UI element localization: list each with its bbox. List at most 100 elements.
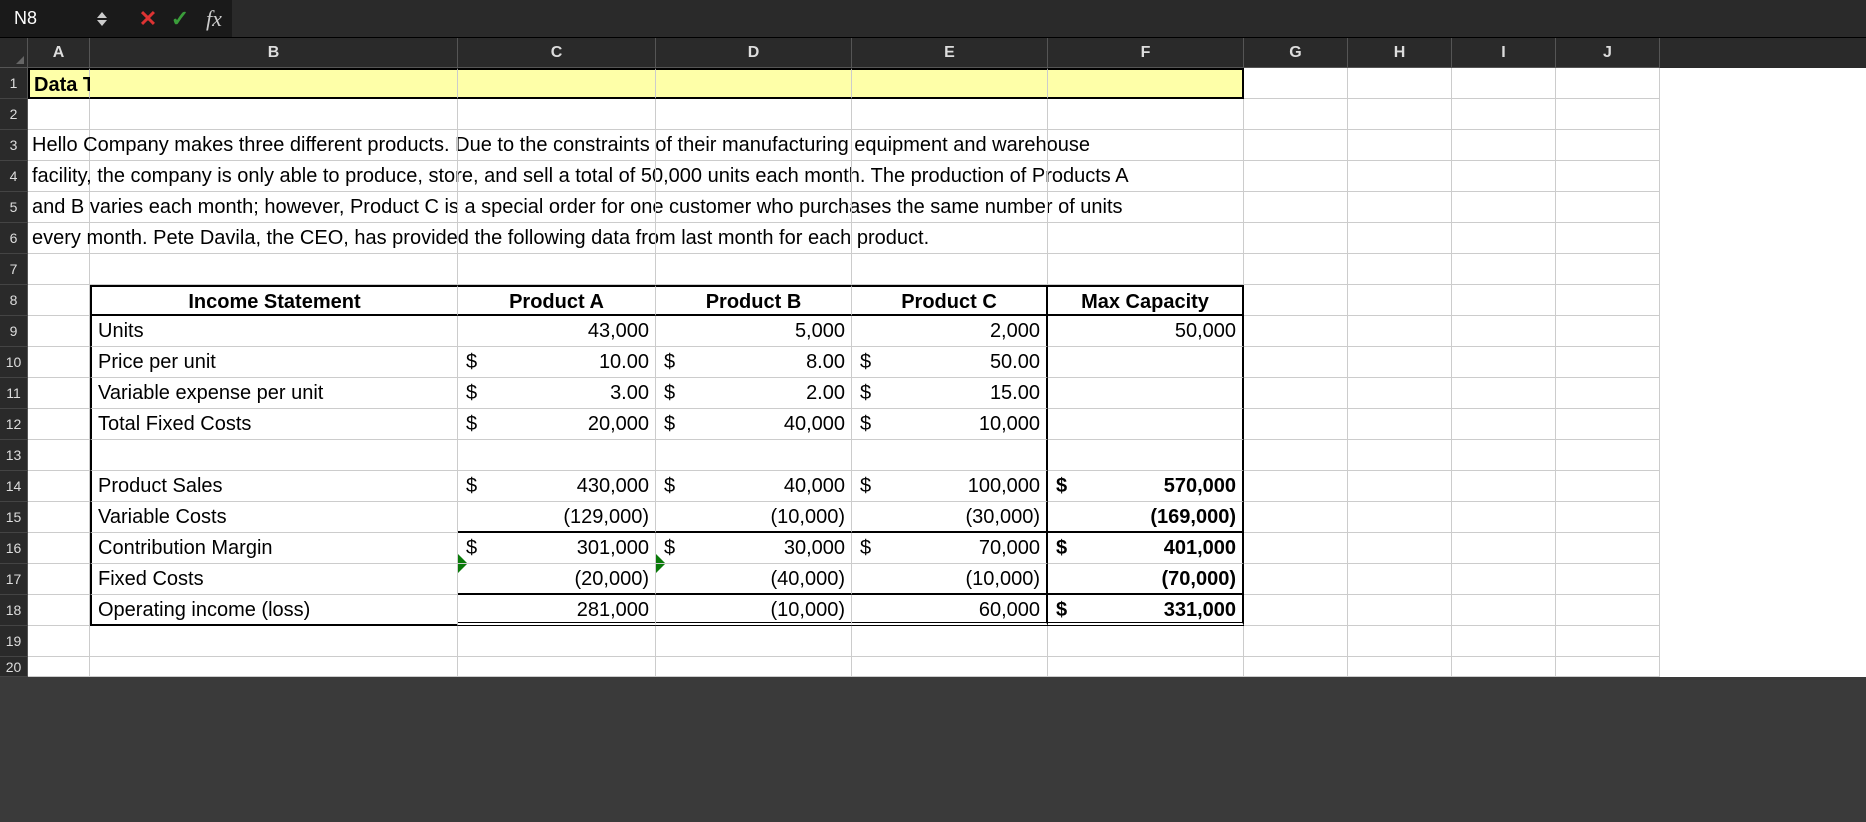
cell[interactable] (1244, 68, 1348, 99)
cell-value[interactable]: 5,000 (656, 316, 852, 347)
cell[interactable] (1452, 626, 1556, 657)
cell[interactable] (1556, 192, 1660, 223)
cell[interactable] (1244, 657, 1348, 677)
cell-value[interactable]: $3.00 (458, 378, 656, 409)
cell[interactable] (656, 626, 852, 657)
cell-value[interactable]: $331,000 (1048, 595, 1244, 626)
cell[interactable] (458, 192, 656, 223)
cell[interactable] (1244, 285, 1348, 316)
cell[interactable] (656, 161, 852, 192)
cell[interactable] (458, 657, 656, 677)
cell[interactable] (1348, 347, 1452, 378)
cell[interactable] (1452, 254, 1556, 285)
column-header[interactable]: E (852, 38, 1048, 68)
cell-value[interactable]: $2.00 (656, 378, 852, 409)
cell[interactable] (1556, 626, 1660, 657)
cell[interactable] (1348, 161, 1452, 192)
row-header[interactable]: 7 (0, 254, 28, 285)
cell-value[interactable]: (20,000) (458, 564, 656, 595)
cell[interactable] (1244, 223, 1348, 254)
cell[interactable] (28, 564, 90, 595)
row-header[interactable]: 11 (0, 378, 28, 409)
row-header[interactable]: 3 (0, 130, 28, 161)
cell[interactable] (1048, 409, 1244, 440)
cell[interactable] (1452, 99, 1556, 130)
cell[interactable] (1452, 657, 1556, 677)
cell[interactable] (656, 657, 852, 677)
cell[interactable] (1048, 130, 1244, 161)
cell-A4[interactable]: facility, the company is only able to pr… (28, 161, 90, 192)
cell[interactable] (1452, 161, 1556, 192)
cell[interactable] (852, 223, 1048, 254)
cell[interactable] (28, 409, 90, 440)
cell[interactable] (1556, 564, 1660, 595)
cell-value[interactable]: $50.00 (852, 347, 1048, 378)
cell[interactable] (1244, 161, 1348, 192)
cell[interactable] (852, 192, 1048, 223)
cell[interactable] (1244, 502, 1348, 533)
cell[interactable] (28, 533, 90, 564)
cell-value[interactable]: $10,000 (852, 409, 1048, 440)
row-header[interactable]: 1 (0, 68, 28, 99)
cell-value[interactable]: 2,000 (852, 316, 1048, 347)
cell[interactable] (28, 254, 90, 285)
cell[interactable] (90, 99, 458, 130)
cell[interactable] (458, 254, 656, 285)
cell[interactable] (1452, 564, 1556, 595)
table-header-income[interactable]: Income Statement (90, 285, 458, 316)
row-header[interactable]: 17 (0, 564, 28, 595)
cell[interactable] (1348, 533, 1452, 564)
cell[interactable] (1244, 440, 1348, 471)
column-header[interactable]: D (656, 38, 852, 68)
cell[interactable] (1048, 347, 1244, 378)
cell[interactable] (852, 254, 1048, 285)
cell-value[interactable]: (10,000) (656, 595, 852, 626)
cell-value[interactable]: (10,000) (656, 502, 852, 533)
cell[interactable] (1244, 564, 1348, 595)
cell[interactable] (1244, 533, 1348, 564)
cell[interactable] (1244, 471, 1348, 502)
cell-value[interactable]: (70,000) (1048, 564, 1244, 595)
cell[interactable] (1348, 440, 1452, 471)
table-header-product-c[interactable]: Product C (852, 285, 1048, 316)
row-label-varcost[interactable]: Variable Costs (90, 502, 458, 533)
cell-A1[interactable]: Data Tables - Example (28, 68, 90, 99)
cell[interactable] (1556, 440, 1660, 471)
cell[interactable] (1452, 440, 1556, 471)
table-header-product-b[interactable]: Product B (656, 285, 852, 316)
cell[interactable] (1348, 502, 1452, 533)
cell[interactable] (1556, 130, 1660, 161)
cell[interactable] (1348, 316, 1452, 347)
cell-value[interactable]: $301,000 (458, 533, 656, 564)
cell-value[interactable]: (30,000) (852, 502, 1048, 533)
cell-value[interactable]: (129,000) (458, 502, 656, 533)
cell[interactable] (1244, 626, 1348, 657)
cell[interactable] (1348, 192, 1452, 223)
cell[interactable] (28, 440, 90, 471)
row-header[interactable]: 14 (0, 471, 28, 502)
formula-input[interactable] (232, 0, 1866, 37)
cell[interactable] (1244, 130, 1348, 161)
cell[interactable] (656, 223, 852, 254)
cell[interactable] (28, 471, 90, 502)
cell[interactable] (1048, 657, 1244, 677)
cell[interactable] (90, 626, 458, 657)
row-label-price[interactable]: Price per unit (90, 347, 458, 378)
cell-value[interactable]: (10,000) (852, 564, 1048, 595)
row-header[interactable]: 8 (0, 285, 28, 316)
cell[interactable] (28, 657, 90, 677)
cell-value[interactable]: $15.00 (852, 378, 1048, 409)
cell-E1[interactable] (852, 68, 1048, 99)
table-header-product-a[interactable]: Product A (458, 285, 656, 316)
cell-A3[interactable]: Hello Company makes three different prod… (28, 130, 90, 161)
confirm-icon[interactable]: ✓ (164, 8, 196, 30)
cell[interactable] (1348, 595, 1452, 626)
column-header[interactable]: F (1048, 38, 1244, 68)
row-header[interactable]: 9 (0, 316, 28, 347)
cell[interactable] (90, 130, 458, 161)
cell[interactable] (656, 254, 852, 285)
fx-icon[interactable]: fx (206, 6, 222, 32)
cell[interactable] (1348, 564, 1452, 595)
cell-value[interactable]: $40,000 (656, 409, 852, 440)
cell[interactable] (28, 502, 90, 533)
